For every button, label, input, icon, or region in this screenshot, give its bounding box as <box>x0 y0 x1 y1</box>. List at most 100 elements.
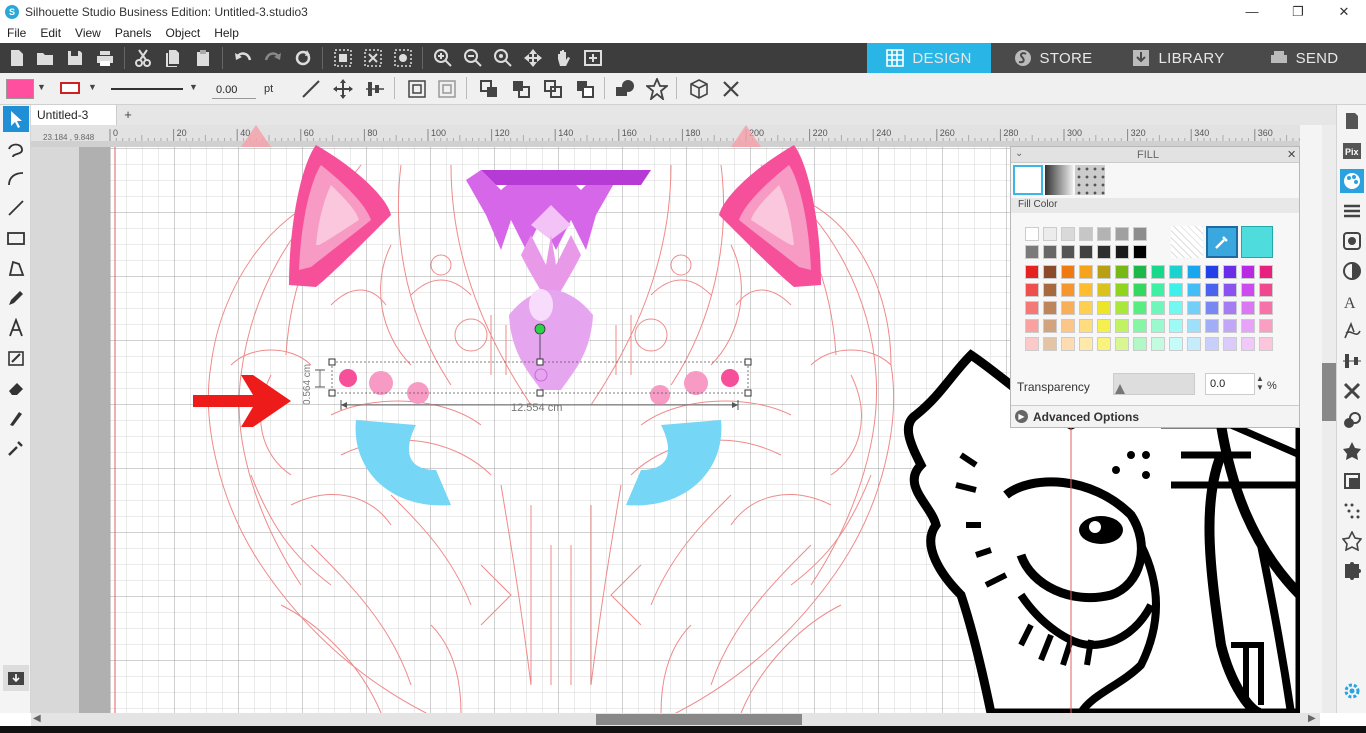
color-swatch[interactable] <box>1025 337 1039 351</box>
deselect-icon[interactable] <box>360 46 386 70</box>
ungroup-icon[interactable] <box>434 77 460 101</box>
color-swatch[interactable] <box>1097 319 1111 333</box>
gradient-fill-tab[interactable] <box>1045 165 1073 195</box>
color-swatch[interactable] <box>1079 265 1093 279</box>
tab-design[interactable]: DESIGN <box>867 43 991 73</box>
color-swatch[interactable] <box>1061 265 1075 279</box>
text-tool-icon[interactable] <box>3 315 29 341</box>
polygon-tool-icon[interactable] <box>3 255 29 281</box>
zoom-in-icon[interactable] <box>430 46 456 70</box>
color-swatch[interactable] <box>1205 283 1219 297</box>
line-draw-tool-icon[interactable] <box>3 195 29 221</box>
color-swatch[interactable] <box>1223 283 1237 297</box>
gray-swatch[interactable] <box>1079 245 1093 259</box>
color-swatch[interactable] <box>1115 319 1129 333</box>
new-file-icon[interactable] <box>4 46 30 70</box>
rhinestone-icon[interactable] <box>1340 529 1364 553</box>
gray-swatch[interactable] <box>1133 227 1147 241</box>
color-swatch[interactable] <box>1223 301 1237 315</box>
line-style-dropdown-icon[interactable]: ▼ <box>189 82 198 92</box>
puzzle-icon[interactable] <box>1340 559 1364 583</box>
close-button[interactable]: ✕ <box>1321 0 1366 23</box>
print-icon[interactable] <box>92 46 118 70</box>
gray-swatch[interactable] <box>1043 227 1057 241</box>
color-swatch[interactable] <box>1025 283 1039 297</box>
color-swatch[interactable] <box>1151 337 1165 351</box>
gray-swatch[interactable] <box>1115 245 1129 259</box>
curve-tool-icon[interactable] <box>3 165 29 191</box>
line-tool-icon[interactable] <box>298 77 324 101</box>
color-swatch[interactable] <box>1115 283 1129 297</box>
color-swatch[interactable] <box>1097 301 1111 315</box>
fill-palette-icon[interactable] <box>1340 169 1364 193</box>
group-icon[interactable] <box>404 77 430 101</box>
eraser-tool-icon[interactable] <box>3 375 29 401</box>
vertical-scrollbar[interactable] <box>1300 125 1336 713</box>
menu-file[interactable]: File <box>0 26 33 40</box>
zoom-fit-icon[interactable] <box>490 46 516 70</box>
color-swatch[interactable] <box>1169 265 1183 279</box>
color-swatch[interactable] <box>1169 337 1183 351</box>
3d-box-icon[interactable] <box>686 77 712 101</box>
color-swatch[interactable] <box>1133 283 1147 297</box>
move-icon[interactable] <box>330 77 356 101</box>
color-swatch[interactable] <box>1061 319 1075 333</box>
line-style-icon[interactable] <box>1340 199 1364 223</box>
gray-swatch[interactable] <box>1097 245 1111 259</box>
eyedropper-tool-icon[interactable] <box>3 435 29 461</box>
color-swatch[interactable] <box>1025 265 1039 279</box>
trace-icon[interactable] <box>1340 229 1364 253</box>
select-tool-icon[interactable] <box>3 106 29 132</box>
color-swatch[interactable] <box>1205 301 1219 315</box>
scroll-right-icon[interactable]: ▶ <box>1308 713 1316 724</box>
color-swatch[interactable] <box>1151 283 1165 297</box>
tab-send[interactable]: SEND <box>1242 43 1366 73</box>
zoom-out-icon[interactable] <box>460 46 486 70</box>
gray-swatch[interactable] <box>1025 227 1039 241</box>
horizontal-scrollbar[interactable]: ◀ ▶ <box>31 713 1320 726</box>
drag-pan-icon[interactable] <box>520 46 546 70</box>
color-swatch[interactable] <box>1259 337 1273 351</box>
copy-icon[interactable] <box>160 46 186 70</box>
gray-swatch[interactable] <box>1043 245 1057 259</box>
paste-icon[interactable] <box>190 46 216 70</box>
maximize-button[interactable]: ❐ <box>1275 0 1321 23</box>
bring-to-front-icon[interactable] <box>476 77 502 101</box>
line-color-swatch[interactable] <box>60 82 80 94</box>
modify-icon[interactable] <box>1340 439 1364 463</box>
color-swatch[interactable] <box>1151 301 1165 315</box>
menu-panels[interactable]: Panels <box>108 26 159 40</box>
knife-tool-icon[interactable] <box>3 405 29 431</box>
color-swatch[interactable] <box>1079 283 1093 297</box>
color-swatch[interactable] <box>1025 319 1039 333</box>
color-swatch[interactable] <box>1133 301 1147 315</box>
gray-swatch[interactable] <box>1025 245 1039 259</box>
hscroll-thumb[interactable] <box>596 714 802 725</box>
import-panel-icon[interactable] <box>3 665 29 691</box>
color-swatch[interactable] <box>1043 319 1057 333</box>
color-swatch[interactable] <box>1043 301 1057 315</box>
align-icon[interactable] <box>362 77 388 101</box>
color-swatch[interactable] <box>1151 319 1165 333</box>
color-swatch[interactable] <box>1205 319 1219 333</box>
fit-page-icon[interactable] <box>580 46 606 70</box>
color-swatch[interactable] <box>1169 319 1183 333</box>
color-swatch[interactable] <box>1187 337 1201 351</box>
select-all-icon[interactable] <box>330 46 356 70</box>
text-style-icon[interactable]: A <box>1340 289 1364 313</box>
weld-icon[interactable] <box>612 77 638 101</box>
hand-pan-icon[interactable] <box>550 46 576 70</box>
pixscan-icon[interactable]: Pix <box>1340 139 1364 163</box>
color-swatch[interactable] <box>1205 265 1219 279</box>
fill-color-swatch[interactable] <box>6 79 34 99</box>
color-swatch[interactable] <box>1061 283 1075 297</box>
gray-swatch[interactable] <box>1115 227 1129 241</box>
color-swatch[interactable] <box>1187 301 1201 315</box>
color-swatch[interactable] <box>1259 283 1273 297</box>
color-swatch[interactable] <box>1241 319 1255 333</box>
tab-library[interactable]: LIBRARY <box>1115 43 1242 73</box>
transform-icon[interactable] <box>1340 379 1364 403</box>
color-swatch[interactable] <box>1259 301 1273 315</box>
color-swatch[interactable] <box>1187 265 1201 279</box>
fill-color-dropdown-icon[interactable]: ▼ <box>37 82 46 92</box>
